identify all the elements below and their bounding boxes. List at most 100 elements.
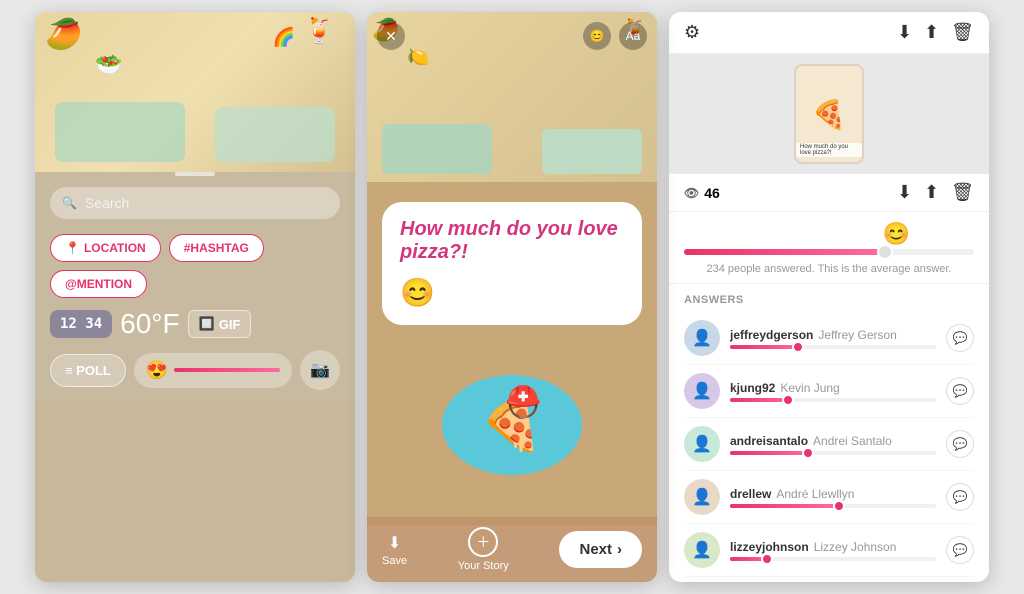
average-answer-text: 234 people answered. This is the average…: [684, 263, 974, 275]
sticker-search-bar[interactable]: 🔍 Search: [50, 187, 340, 219]
clock-sticker[interactable]: 12 34: [50, 310, 112, 338]
answer-item: 👤 kjung92 Kevin Jung 💬: [684, 365, 974, 418]
save-button[interactable]: ⬇ Save: [382, 533, 407, 567]
camera-button[interactable]: 📷: [300, 350, 340, 390]
delete-icon[interactable]: 🗑: [951, 22, 974, 43]
p2-food-3: 🍋: [407, 47, 429, 68]
mention-sticker[interactable]: @MENTION: [50, 270, 147, 298]
gif-label: GIF: [219, 317, 241, 332]
answer-names: drellew André Llewllyn: [730, 487, 936, 501]
story-panel: 🥭 🍹 🍋 ✕ 😊 Aa How much do you love pizza?…: [367, 12, 657, 582]
panel-handle: [175, 172, 215, 176]
your-story-label: Your Story: [458, 560, 509, 572]
views-count-display: 👁 46: [684, 185, 720, 201]
stat-download-icon[interactable]: ⬇: [897, 182, 912, 203]
answer-fill: [730, 504, 843, 508]
quiz-question-text: How much do you love pizza?!: [400, 218, 624, 264]
insights-panel: ⚙ ⬇ ⬆ 🗑 🍕 How much do you love pizza?! 👁…: [669, 12, 989, 582]
story-background: 🥭 🍹 🥗 🌈: [35, 12, 355, 172]
share-icon[interactable]: ⬆: [924, 22, 939, 43]
answer-item: 👤 jeffreydgerson Jeffrey Gerson 💬: [684, 312, 974, 365]
answer-slider: [730, 345, 936, 349]
gif-sticker[interactable]: 🔲 GIF: [188, 310, 252, 338]
sticker-icon-button[interactable]: 😊: [583, 22, 611, 50]
answer-fullname: Lizzey Johnson: [814, 540, 897, 554]
stat-trash-icon[interactable]: 🗑: [951, 182, 974, 203]
answer-username: lizzeyjohnson: [730, 540, 809, 554]
answer-names: andreisantalo Andrei Santalo: [730, 434, 936, 448]
location-label: LOCATION: [84, 241, 146, 255]
pizza-character: 🍕 ⛑️: [442, 375, 582, 475]
eye-icon: 👁: [684, 186, 699, 200]
answer-slider: [730, 504, 936, 508]
answer-item: 👤 andreisantalo Andrei Santalo 💬: [684, 418, 974, 471]
sticker-picker-panel: 🥭 🍹 🥗 🌈 🔍 Search 📍 LOCATION #HASHTAG: [35, 12, 355, 582]
poll-sticker[interactable]: ≡ POLL: [50, 354, 126, 387]
answer-username: andreisantalo: [730, 434, 808, 448]
reply-button[interactable]: 💬: [946, 324, 974, 352]
answer-item: 👤 lizzeyjohnson Lizzey Johnson 💬: [684, 524, 974, 577]
answer-info: lizzeyjohnson Lizzey Johnson: [730, 540, 936, 561]
story-content-area: How much do you love pizza?! 😊 🍕 ⛑️: [367, 182, 657, 525]
clock-display: 12 34: [60, 316, 102, 332]
story-action-icons: 😊 Aa: [583, 22, 647, 50]
answer-dot: [802, 447, 814, 459]
story-thumb-inner: 🍕 How much do you love pizza?!: [794, 64, 864, 164]
insights-action-icons: ⬇ ⬆ 🗑: [897, 22, 974, 43]
answer-avatar: 👤: [684, 373, 720, 409]
answer-fullname: Jeffrey Gerson: [818, 328, 896, 342]
average-slider-track: 😊: [684, 249, 974, 255]
story-top-image: 🥭 🍹 🍋 ✕ 😊 Aa: [367, 12, 657, 182]
answer-names: kjung92 Kevin Jung: [730, 381, 936, 395]
mention-label: @MENTION: [65, 277, 132, 291]
save-down-icon: ⬇: [388, 533, 401, 553]
answer-avatar: 👤: [684, 532, 720, 568]
search-placeholder: Search: [85, 195, 129, 211]
temperature-sticker[interactable]: 60°F: [120, 308, 179, 340]
answer-username: drellew: [730, 487, 771, 501]
location-sticker[interactable]: 📍 LOCATION: [50, 234, 161, 262]
average-slider-section: 😊 234 people answered. This is the avera…: [669, 212, 989, 284]
stat-action-icons: ⬇ ⬆ 🗑: [897, 182, 974, 203]
gif-icon: 🔲: [199, 316, 215, 332]
answer-info: jeffreydgerson Jeffrey Gerson: [730, 328, 936, 349]
text-icon-button[interactable]: Aa: [619, 22, 647, 50]
next-button[interactable]: Next ›: [559, 531, 642, 568]
save-label: Save: [382, 555, 407, 567]
search-icon: 🔍: [62, 196, 77, 210]
temp-value: 60°F: [120, 308, 179, 339]
answer-slider: [730, 557, 936, 561]
reply-button[interactable]: 💬: [946, 430, 974, 458]
close-story-button[interactable]: ✕: [377, 22, 405, 50]
answers-header: ANSWERS: [684, 284, 974, 312]
food-decoration-3: 🥗: [95, 52, 122, 78]
answer-slider: [730, 451, 936, 455]
settings-icon[interactable]: ⚙: [684, 22, 700, 43]
answer-names: jeffreydgerson Jeffrey Gerson: [730, 328, 936, 342]
quiz-emoji: 😊: [400, 276, 624, 309]
location-pin-icon: 📍: [65, 241, 80, 255]
stat-share-icon[interactable]: ⬆: [924, 182, 939, 203]
reply-button[interactable]: 💬: [946, 536, 974, 564]
slider-emoji: 😍: [146, 360, 168, 381]
hashtag-sticker[interactable]: #HASHTAG: [169, 234, 264, 262]
reply-button[interactable]: 💬: [946, 483, 974, 511]
answer-avatar: 👤: [684, 479, 720, 515]
clock-row: 12 34 60°F 🔲 GIF: [50, 308, 340, 340]
story-stats-bar: 👁 46 ⬇ ⬆ 🗑: [669, 174, 989, 212]
your-story-button[interactable]: ＋ Your Story: [458, 527, 509, 572]
emoji-slider-sticker[interactable]: 😍: [134, 353, 292, 388]
answer-username: jeffreydgerson: [730, 328, 813, 342]
poll-label: ≡ POLL: [65, 363, 111, 378]
sticker-tag-row: 📍 LOCATION #HASHTAG @MENTION: [50, 234, 340, 298]
next-label: Next: [579, 541, 612, 558]
poll-row: ≡ POLL 😍 📷: [50, 350, 340, 390]
thumb-pizza-icon: 🍕: [812, 98, 847, 131]
reply-button[interactable]: 💬: [946, 377, 974, 405]
add-story-icon: ＋: [468, 527, 498, 557]
story-top-icons: ✕ 😊 Aa: [377, 22, 647, 50]
food-decoration-1: 🥭: [45, 17, 82, 52]
insights-header: ⚙ ⬇ ⬆ 🗑: [669, 12, 989, 54]
food-decoration-2: 🍹: [304, 17, 335, 46]
download-icon[interactable]: ⬇: [897, 22, 912, 43]
